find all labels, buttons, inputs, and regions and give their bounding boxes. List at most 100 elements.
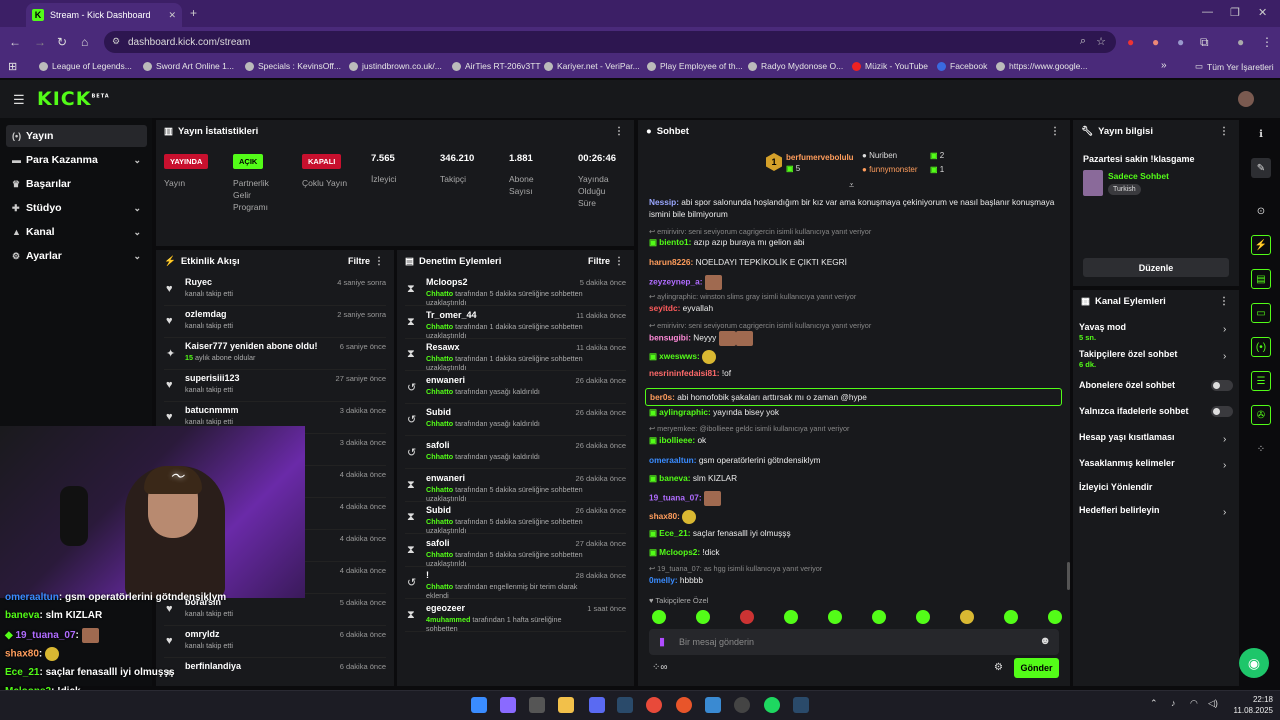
close-tab-icon[interactable]: ✕ <box>168 10 176 21</box>
channel-action-item[interactable]: Takipçilere özel sohbet <box>1079 349 1177 359</box>
emote-icon[interactable] <box>696 610 710 624</box>
emote-icon[interactable] <box>1004 610 1018 624</box>
windows-start-icon[interactable] <box>471 697 487 713</box>
emote-icon[interactable] <box>916 610 930 624</box>
bookmark-star-icon[interactable]: ☆ <box>1096 35 1106 48</box>
channel-action-item[interactable]: Hedefleri belirleyin <box>1079 505 1160 515</box>
extensions-puzzle-icon[interactable]: ⧉ <box>1200 35 1209 50</box>
profile-icon[interactable]: ● <box>1237 35 1244 49</box>
more-options-icon[interactable]: ⋮ <box>614 256 624 267</box>
wrench-icon[interactable]: ✇ <box>1251 405 1271 425</box>
url-field[interactable]: ⚙ dashboard.kick.com/stream ⌕ ☆ <box>104 31 1116 53</box>
moderated-user[interactable]: Mcloops2 <box>426 277 468 287</box>
bookmark-item[interactable]: League of Legends... <box>39 61 132 71</box>
spotify-icon[interactable] <box>764 697 780 713</box>
top-gifter-name[interactable]: berfumerveboluIu <box>786 153 854 162</box>
moderated-user[interactable]: ! <box>426 570 429 580</box>
emote-icon[interactable] <box>740 610 754 624</box>
chat-username[interactable]: nesrininfedaisi81 <box>649 368 717 378</box>
all-bookmarks-folder[interactable]: ▭ Tüm Yer İşaretleri <box>1195 61 1274 72</box>
hamburger-menu-icon[interactable]: ☰ <box>13 92 25 108</box>
steam-icon[interactable] <box>617 697 633 713</box>
moderated-user[interactable]: Tr_omer_44 <box>426 310 477 320</box>
moderated-user[interactable]: Subid <box>426 505 451 515</box>
file-explorer-icon[interactable] <box>558 697 574 713</box>
chat-username[interactable]: zeyzeynep_a <box>649 277 700 287</box>
filter-button[interactable]: Filtre <box>348 256 370 266</box>
more-options-icon[interactable]: ⋮ <box>1050 126 1060 137</box>
more-bookmarks-icon[interactable]: » <box>1161 60 1167 71</box>
chat-username[interactable]: Nessip <box>649 197 676 207</box>
new-tab-icon[interactable]: + <box>190 6 197 20</box>
send-button[interactable]: Gönder <box>1014 658 1059 678</box>
channel-action-item[interactable]: Hesap yaşı kısıtlaması <box>1079 432 1175 442</box>
chat-username[interactable]: 0melly <box>649 575 675 585</box>
site-info-icon[interactable]: ⚙ <box>112 36 120 47</box>
emote-icon[interactable] <box>784 610 798 624</box>
support-chat-button[interactable]: ◉ <box>1239 648 1269 678</box>
zoom-icon[interactable]: ⌕ <box>1080 35 1086 48</box>
task-view-icon[interactable] <box>529 697 545 713</box>
extension-icon[interactable]: ● <box>1127 35 1134 49</box>
chevron-right-icon[interactable]: › <box>1223 324 1226 335</box>
more-options-icon[interactable]: ⋮ <box>614 126 624 137</box>
toggle-switch[interactable] <box>1211 380 1233 391</box>
bookmark-item[interactable]: AirTies RT-206v3TT <box>452 61 541 71</box>
chat-username[interactable]: Mcloops2 <box>659 547 697 557</box>
volume-icon[interactable]: ◁) <box>1208 698 1218 709</box>
sidebar-item-basarilar[interactable]: ♛ Başarılar <box>6 173 147 195</box>
clipboard-icon[interactable]: ▤ <box>1251 269 1271 289</box>
close-window-icon[interactable]: ✕ <box>1258 6 1267 19</box>
chat-username[interactable]: xweswws <box>659 351 697 361</box>
broadcast-icon[interactable]: (•) <box>1251 337 1271 357</box>
pencil-icon[interactable]: ✎ <box>1251 158 1271 178</box>
sidebar-item-yayin[interactable]: (•) Yayın <box>6 125 147 147</box>
emote-icon[interactable] <box>828 610 842 624</box>
mic-tray-icon[interactable]: ♪ <box>1171 698 1176 708</box>
chat-username[interactable]: biento1 <box>659 237 689 247</box>
bookmark-item[interactable]: justindbrown.co.uk/... <box>349 61 442 71</box>
channel-action-item[interactable]: İzleyici Yönlendir <box>1079 482 1152 492</box>
chat-username[interactable]: harun8226 <box>649 257 691 267</box>
wifi-icon[interactable]: ◠ <box>1190 698 1198 709</box>
chat-username[interactable]: aylingraphic <box>659 407 708 417</box>
chat-username[interactable]: Ece_21 <box>659 528 688 538</box>
apps-grid-icon[interactable]: ⊞ <box>8 60 17 73</box>
collapse-icon[interactable]: ⩡ <box>849 180 854 191</box>
info-icon[interactable]: ℹ <box>1251 124 1271 144</box>
more-options-icon[interactable]: ⋮ <box>1219 126 1229 137</box>
chat-icon[interactable]: ▭ <box>1251 303 1271 323</box>
bookmark-item[interactable]: Sword Art Online 1... <box>143 61 234 71</box>
emote-icon[interactable] <box>652 610 666 624</box>
reload-icon[interactable]: ↻ <box>57 35 67 49</box>
steam-icon[interactable] <box>793 697 809 713</box>
edit-button[interactable]: Düzenle <box>1083 258 1229 277</box>
extension-icon[interactable]: ● <box>1177 35 1184 49</box>
chevron-right-icon[interactable]: › <box>1223 460 1226 471</box>
chat-username[interactable]: shax80 <box>649 511 677 521</box>
clock[interactable]: 22:18 11.08.2025 <box>1229 694 1273 716</box>
chat-username[interactable]: 19_tuana_07 <box>649 493 699 503</box>
top-gifter-name[interactable]: ● funnymonster <box>862 165 918 174</box>
moderated-user[interactable]: enwaneri <box>426 375 465 385</box>
more-options-icon[interactable]: ⋮ <box>374 256 384 267</box>
channel-action-item[interactable]: Yavaş mod <box>1079 322 1126 332</box>
channel-action-item[interactable]: Abonelere özel sohbet <box>1079 380 1175 390</box>
more-options-icon[interactable]: ⋮ <box>1219 296 1229 307</box>
emote-icon[interactable] <box>872 610 886 624</box>
target-icon[interactable]: ⊙ <box>1251 201 1271 221</box>
moderated-user[interactable]: safoli <box>426 440 450 450</box>
photos-icon[interactable] <box>705 697 721 713</box>
emoji-icon[interactable]: ☻ <box>1039 635 1051 647</box>
chat-input[interactable]: ▮ Bir mesaj gönderin ☻ <box>649 629 1059 655</box>
bookmark-item[interactable]: Specials : KevinsOff... <box>245 61 341 71</box>
list-icon[interactable]: ☰ <box>1251 371 1271 391</box>
maximize-icon[interactable]: ❐ <box>1230 6 1240 19</box>
chat-settings-gear-icon[interactable]: ⚙ <box>994 662 1003 673</box>
bookmark-item[interactable]: Müzik - YouTube <box>852 61 928 71</box>
bookmark-item[interactable]: Play Employee of th... <box>647 61 743 71</box>
chat-username[interactable]: seyitdc <box>649 303 678 313</box>
sidebar-item-kanal[interactable]: ▲ Kanal ⌄ <box>6 221 147 243</box>
chevron-right-icon[interactable]: › <box>1223 507 1226 518</box>
moderated-user[interactable]: safoli <box>426 538 450 548</box>
